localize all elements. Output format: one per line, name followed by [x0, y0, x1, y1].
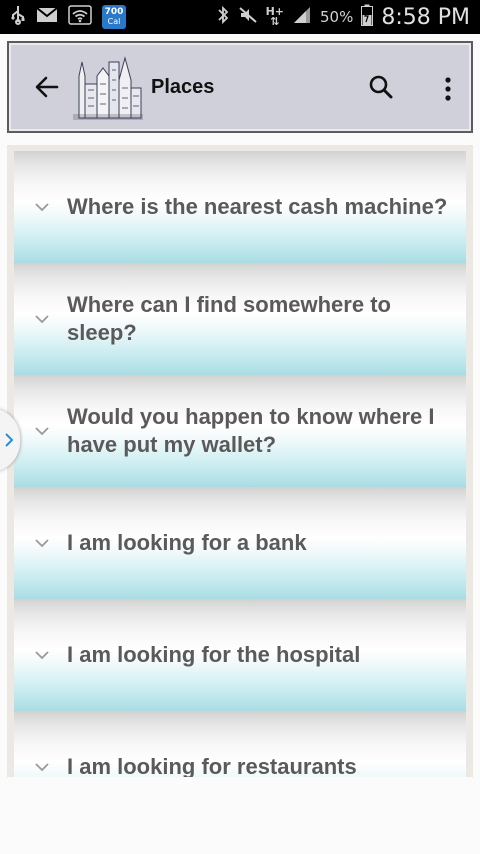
clock: 8:58 PM	[381, 4, 470, 30]
phrase-list[interactable]: Where is the nearest cash machine? Where…	[14, 151, 466, 777]
app-bar: Places	[7, 41, 473, 133]
phrase-label: I am looking for a bank	[67, 530, 307, 555]
arrow-left-icon	[35, 76, 59, 98]
mute-icon	[238, 5, 258, 29]
mail-icon	[36, 7, 58, 27]
signal-icon	[292, 5, 312, 29]
search-icon	[369, 75, 393, 99]
calendar-badge-icon: 700 Cal	[102, 5, 126, 29]
chevron-down-icon	[35, 763, 49, 772]
list-item[interactable]: I am looking for restaurants	[14, 711, 466, 777]
city-buildings-logo	[73, 54, 143, 120]
more-vert-icon	[445, 77, 451, 101]
chevron-down-icon	[35, 315, 49, 324]
list-item[interactable]: I am looking for the hospital	[14, 599, 466, 711]
search-button[interactable]	[361, 67, 401, 107]
phrase-label: I am looking for the hospital	[67, 642, 361, 667]
wifi-icon	[68, 5, 92, 29]
phrase-list-frame: Where is the nearest cash machine? Where…	[7, 145, 473, 777]
list-item[interactable]: Would you happen to know where I have pu…	[14, 375, 466, 487]
chevron-down-icon	[35, 539, 49, 548]
phrase-label: Where is the nearest cash machine?	[67, 194, 448, 219]
battery-icon	[361, 4, 374, 30]
usb-icon	[10, 5, 26, 29]
status-bar: 700 Cal H+ ⇅ 50% 8:58 PM	[0, 0, 480, 34]
list-item[interactable]: Where can I find somewhere to sleep?	[14, 263, 466, 375]
list-item[interactable]: Where is the nearest cash machine?	[14, 151, 466, 263]
list-item[interactable]: I am looking for a bank	[14, 487, 466, 599]
chevron-down-icon	[35, 203, 49, 212]
chevron-down-icon	[35, 651, 49, 660]
more-options-button[interactable]	[433, 69, 463, 109]
hplus-icon: H+ ⇅	[265, 5, 284, 28]
phrase-label: Where can I find somewhere to sleep?	[67, 292, 391, 345]
chevron-right-icon	[5, 433, 14, 447]
back-button[interactable]	[27, 67, 67, 107]
phrase-label: I am looking for restaurants	[67, 754, 357, 777]
page-title: Places	[151, 75, 215, 98]
phrase-label: Would you happen to know where I have pu…	[67, 404, 435, 457]
chevron-down-icon	[35, 427, 49, 436]
bluetooth-icon	[216, 5, 230, 29]
battery-percent: 50%	[320, 8, 354, 26]
